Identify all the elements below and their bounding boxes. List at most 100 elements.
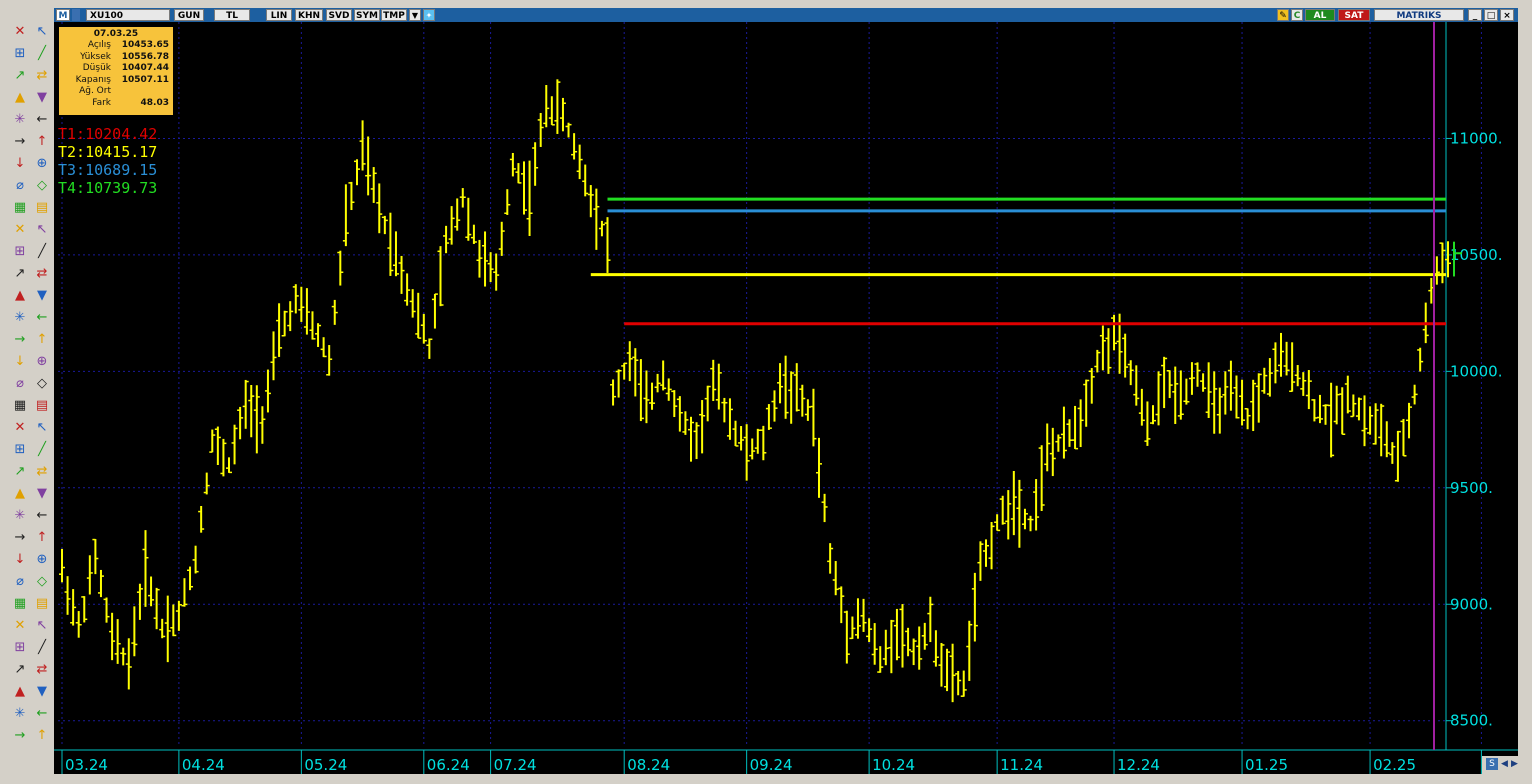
scroll-left-icon[interactable]: ◀ (1501, 758, 1510, 770)
drawing-tool-icon[interactable]: ↑ (34, 530, 50, 546)
maximize-icon[interactable]: □ (1484, 9, 1498, 21)
info-row: Açılış 10453.65 (61, 40, 171, 51)
drawing-tool-icon[interactable]: ⌀ (12, 574, 28, 590)
drawing-tool-icon[interactable]: ⊕ (34, 156, 50, 172)
x-tick-label: 11.24 (1000, 756, 1043, 774)
drawing-tool-icon[interactable]: ▲ (12, 684, 28, 700)
drawing-tool-icon[interactable]: ▲ (12, 90, 28, 106)
info-label: Açılış (87, 40, 111, 50)
drawing-tool-icon[interactable]: ↗ (12, 68, 28, 84)
info-label: Düşük (82, 63, 111, 73)
y-tick-label: 8500. (1450, 712, 1493, 730)
chart-area[interactable]: 8500. 9000. 9500. 10000. 10500. 11000. 03.24 04… (54, 22, 1527, 774)
drawing-tool-icon[interactable]: ↖ (34, 222, 50, 238)
drawing-tool-icon[interactable]: → (12, 530, 28, 546)
drawing-tool-icon[interactable]: ← (34, 508, 50, 524)
drawing-tool-icon[interactable]: ← (34, 706, 50, 722)
drawing-tool-icon[interactable]: ▲ (12, 486, 28, 502)
twitter-icon[interactable]: ✦ (423, 9, 435, 21)
drawing-tool-icon[interactable]: ↗ (12, 662, 28, 678)
minimize-icon[interactable]: _ (1468, 9, 1482, 21)
refresh-icon[interactable]: C (1291, 9, 1303, 21)
drawing-tool-icon[interactable]: ▤ (34, 596, 50, 612)
drawing-tool-icon[interactable]: ✕ (12, 222, 28, 238)
drawing-tool-icon[interactable]: ↖ (34, 24, 50, 40)
drawing-tool-icon[interactable]: ⊞ (12, 46, 28, 62)
drawing-tool-icon[interactable]: ✳ (12, 508, 28, 524)
drawing-tool-icon[interactable]: ← (34, 310, 50, 326)
drawing-tool-icon[interactable]: ⊞ (12, 442, 28, 458)
drawing-tool-icon[interactable]: ▼ (34, 486, 50, 502)
drawing-tool-icon[interactable]: ╱ (34, 442, 50, 458)
svd-button[interactable]: SVD (326, 9, 352, 21)
target-label: T4:10739.73 (58, 179, 158, 197)
drawing-tool-icon[interactable]: ↑ (34, 332, 50, 348)
period-button[interactable]: GUN (174, 9, 204, 21)
drawing-tool-icon[interactable]: ⊞ (12, 244, 28, 260)
pencil-icon[interactable]: ✎ (1277, 9, 1289, 21)
price-chart[interactable]: 8500. 9000. 9500. 10000. 10500. 11000. 03.24 04… (54, 22, 1527, 774)
sync-icon[interactable]: S (1486, 758, 1498, 770)
drawing-tool-icon[interactable]: ↓ (12, 156, 28, 172)
drawing-tool-icon[interactable]: ▤ (34, 200, 50, 216)
drawing-tool-icon[interactable]: ⌀ (12, 178, 28, 194)
drawing-tool-icon[interactable]: → (12, 134, 28, 150)
drawing-tool-icon[interactable]: ▼ (34, 90, 50, 106)
buy-button[interactable]: AL (1305, 9, 1335, 21)
drawing-tool-icon[interactable]: ↖ (34, 420, 50, 436)
drawing-tool-icon[interactable]: ◇ (34, 376, 50, 392)
tmp-button[interactable]: TMP (381, 9, 407, 21)
scroll-controls[interactable]: S ◀ ▶ (1482, 756, 1522, 774)
drawing-tool-icon[interactable]: ⇄ (34, 464, 50, 480)
drawing-tool-icon[interactable]: ▲ (12, 288, 28, 304)
drawing-tool-icon[interactable]: ⌀ (12, 376, 28, 392)
drawing-tool-icon[interactable]: ↑ (34, 728, 50, 744)
drawing-tool-icon[interactable]: ↗ (12, 266, 28, 282)
drawing-tool-icon[interactable]: ✳ (12, 310, 28, 326)
brand-label: MATRIKS (1374, 9, 1464, 21)
drawing-tool-icon[interactable]: → (12, 332, 28, 348)
drawing-tool-icon[interactable]: ╱ (34, 244, 50, 260)
drawing-tool-icon[interactable]: ↖ (34, 618, 50, 634)
currency-button[interactable]: TL (214, 9, 250, 21)
sym-button[interactable]: SYM (354, 9, 380, 21)
drawing-tool-icon[interactable]: ▤ (34, 398, 50, 414)
drawing-tool-icon[interactable]: ⇄ (34, 68, 50, 84)
sell-button[interactable]: SAT (1338, 9, 1370, 21)
drawing-tool-icon[interactable]: ↓ (12, 552, 28, 568)
symbol-menu-icon[interactable] (72, 9, 80, 21)
drawing-tool-icon[interactable]: → (12, 728, 28, 744)
drawing-tool-icon[interactable]: ◇ (34, 574, 50, 590)
drawing-tool-icon[interactable]: ▼ (34, 288, 50, 304)
drawing-tool-icon[interactable]: ✕ (12, 420, 28, 436)
drawing-tool-icon[interactable]: ╱ (34, 46, 50, 62)
drawing-tool-icon[interactable]: ⇄ (34, 662, 50, 678)
drawing-tool-icon[interactable]: ✕ (12, 24, 28, 40)
info-row: Yüksek 10556.78 (61, 52, 171, 63)
drawing-tool-icon[interactable]: ✳ (12, 112, 28, 128)
khn-button[interactable]: KHN (295, 9, 323, 21)
x-tick-label: 09.24 (750, 756, 793, 774)
drawing-tool-icon[interactable]: ↑ (34, 134, 50, 150)
drawing-tool-icon[interactable]: ▼ (34, 684, 50, 700)
drawing-tool-icon[interactable]: ✳ (12, 706, 28, 722)
drawing-tool-icon[interactable]: ↓ (12, 354, 28, 370)
drawing-tool-icon[interactable]: ⊕ (34, 354, 50, 370)
drawing-tool-icon[interactable]: ↗ (12, 464, 28, 480)
drawing-tool-icon[interactable]: ◇ (34, 178, 50, 194)
drawing-tool-icon[interactable]: ▦ (12, 200, 28, 216)
drawing-tool-icon[interactable]: ← (34, 112, 50, 128)
dropdown-arrow-icon[interactable]: ▼ (409, 9, 421, 21)
close-icon[interactable]: × (1500, 9, 1514, 21)
drawing-tool-icon[interactable]: ▦ (12, 398, 28, 414)
drawing-tool-icon[interactable]: ⇄ (34, 266, 50, 282)
drawing-tool-icon[interactable]: ╱ (34, 640, 50, 656)
info-row: Kapanış 10507.11 (61, 75, 171, 86)
symbol-input[interactable]: XU100 (86, 9, 170, 21)
drawing-tool-icon[interactable]: ✕ (12, 618, 28, 634)
scroll-right-icon[interactable]: ▶ (1511, 758, 1520, 770)
linear-scale-button[interactable]: LIN (266, 9, 292, 21)
drawing-tool-icon[interactable]: ⊞ (12, 640, 28, 656)
drawing-tool-icon[interactable]: ▦ (12, 596, 28, 612)
drawing-tool-icon[interactable]: ⊕ (34, 552, 50, 568)
